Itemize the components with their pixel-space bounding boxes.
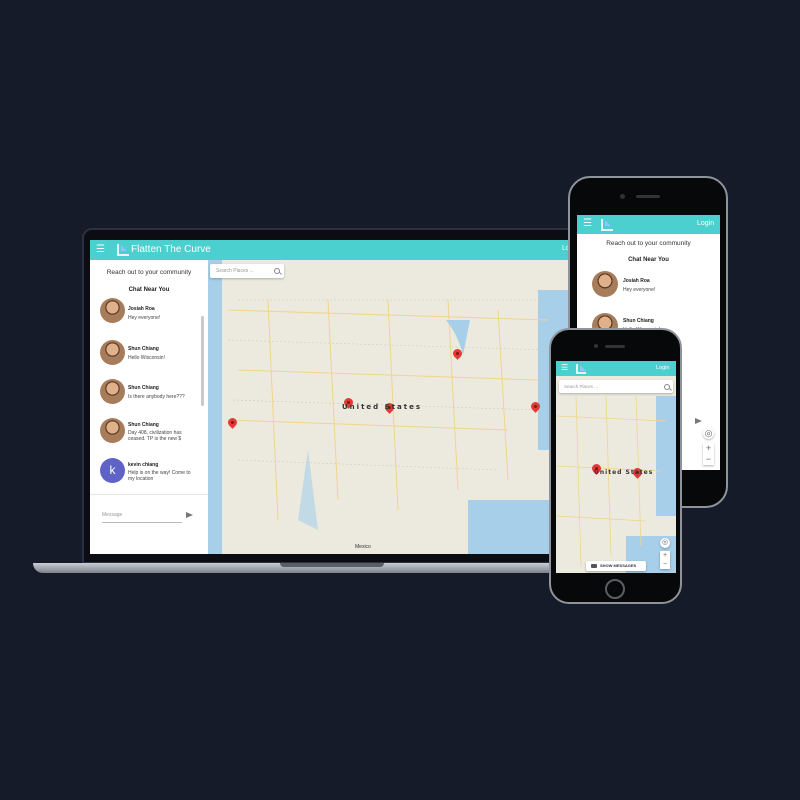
phone-speaker — [605, 345, 625, 348]
sidebar-subheading: Chat Near You — [128, 287, 170, 293]
laptop-screen: ☰ Flatten The Curve Lo Reach out to your… — [90, 240, 574, 554]
chat-sidebar: Reach out to your community Chat Near Yo… — [90, 260, 208, 554]
menu-icon[interactable]: ☰ — [96, 244, 105, 255]
laptop-notch — [280, 563, 384, 567]
menu-icon[interactable]: ☰ — [583, 218, 592, 229]
mexico-label: Mexico — [355, 544, 371, 550]
chat-item[interactable]: Shun Chiang Day 408, civilization has ce… — [100, 418, 192, 452]
chat-icon — [591, 564, 597, 568]
search-placeholder: Search Places ... — [216, 268, 254, 274]
logo-icon — [117, 244, 129, 256]
divider — [90, 494, 208, 495]
chat-message: Hello Wisconsin! — [128, 355, 165, 361]
message-input[interactable]: Message — [102, 512, 182, 518]
app-header: ☰ Login — [556, 361, 676, 376]
avatar: k — [100, 458, 125, 483]
map-search-input[interactable]: Search Places ... — [210, 264, 284, 278]
location-icon[interactable]: ◎ — [660, 538, 670, 548]
message-input-underline — [102, 522, 182, 523]
map[interactable]: Search Places ... United States Mexico — [208, 260, 574, 554]
chat-message: Day 408, civilization has ceased. TP is … — [128, 430, 182, 443]
country-label: United States — [594, 469, 654, 476]
sidebar-heading: Reach out to your community — [606, 240, 691, 247]
chat-item[interactable]: k kevin chiang Help is on the way! Come … — [100, 458, 192, 488]
zoom-out-icon[interactable]: − — [660, 560, 670, 569]
search-icon[interactable] — [274, 268, 280, 274]
avatar — [100, 379, 125, 404]
app-header: ☰ Flatten The Curve Lo — [90, 240, 574, 260]
location-icon[interactable]: ◎ — [703, 428, 714, 439]
menu-icon[interactable]: ☰ — [561, 363, 568, 372]
sidebar-heading: Reach out to your community — [106, 269, 192, 276]
map-pin-icon[interactable] — [228, 418, 237, 430]
app-title: Flatten The Curve — [131, 244, 211, 255]
chat-name: Shun Chiang — [128, 385, 159, 391]
chat-name: Josiah Roa — [128, 306, 155, 312]
zoom-in-icon[interactable]: + — [703, 443, 714, 454]
zoom-in-icon[interactable]: + — [660, 551, 670, 560]
zoom-control: + − — [703, 443, 714, 465]
send-icon[interactable] — [186, 512, 193, 518]
chat-item[interactable]: Josiah Roa Hey everyone! — [592, 271, 684, 301]
login-link[interactable]: Login — [697, 220, 714, 227]
home-button[interactable] — [605, 579, 625, 599]
avatar — [592, 271, 618, 297]
show-messages-label: SHOW MESSAGES — [600, 563, 637, 568]
chat-name: Shun Chiang — [128, 422, 159, 428]
app-header: ☰ Login — [577, 215, 720, 234]
logo-icon — [576, 364, 586, 374]
map-search-input[interactable]: Search Places ... — [559, 380, 673, 393]
map[interactable]: Search Places ... United States ◎ + − — [556, 376, 676, 573]
phone-camera — [594, 344, 598, 348]
phone-small-screen: ☰ Login Search Places ... United States … — [556, 361, 676, 573]
chat-message: Hey everyone! — [623, 287, 656, 293]
chat-message: Hey everyone! — [128, 315, 161, 321]
chat-name: kevin chiang — [128, 462, 159, 468]
map-pin-icon[interactable] — [453, 349, 462, 361]
phone-camera — [620, 194, 625, 199]
map-pin-icon[interactable] — [531, 402, 540, 414]
show-messages-button[interactable]: SHOW MESSAGES — [586, 561, 646, 571]
chat-name: Josiah Roa — [623, 278, 650, 284]
login-link[interactable]: Login — [656, 365, 669, 371]
phone-speaker — [636, 195, 660, 198]
search-placeholder: Search Places ... — [564, 384, 599, 389]
chat-name: Shun Chiang — [128, 346, 159, 352]
avatar — [100, 418, 125, 443]
zoom-control: + − — [660, 551, 670, 569]
country-label: United States — [342, 403, 422, 411]
sidebar-subheading: Chat Near You — [628, 257, 669, 263]
chat-name: Shun Chiang — [623, 318, 654, 324]
chat-item[interactable]: Shun Chiang Is there anybody here??? — [100, 379, 192, 409]
send-icon[interactable] — [695, 418, 702, 424]
avatar — [100, 340, 125, 365]
avatar — [100, 298, 125, 323]
sidebar-scrollbar[interactable] — [201, 316, 204, 406]
chat-message: Is there anybody here??? — [128, 394, 185, 400]
zoom-out-icon[interactable]: − — [703, 454, 714, 465]
chat-item[interactable]: Josiah Roa Hey everyone! — [100, 298, 192, 328]
chat-item[interactable]: Shun Chiang Hello Wisconsin! — [100, 340, 192, 370]
logo-icon — [601, 219, 613, 231]
chat-message: Help is on the way! Come to my location — [128, 470, 191, 483]
search-icon[interactable] — [664, 384, 670, 390]
